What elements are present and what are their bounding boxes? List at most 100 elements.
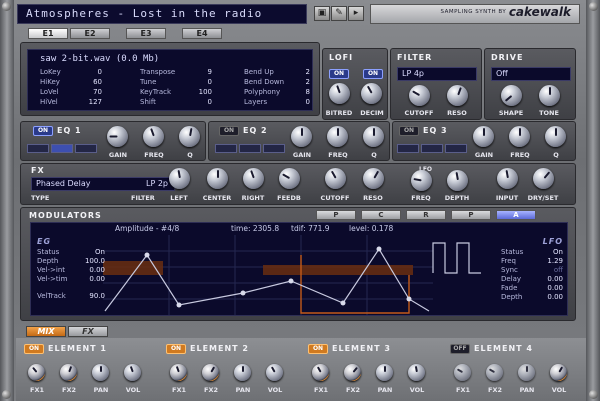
mod-tab-pan[interactable]: P bbox=[451, 210, 491, 220]
element4-on-toggle[interactable]: OFF bbox=[450, 344, 470, 354]
fx-left-knob[interactable] bbox=[169, 168, 190, 189]
peak-icon[interactable] bbox=[239, 144, 261, 153]
fx-feedb-knob[interactable] bbox=[279, 168, 300, 189]
fx-lfo-depth-knob[interactable] bbox=[447, 170, 468, 191]
reso-knob[interactable] bbox=[447, 85, 468, 106]
tab-e2[interactable]: E2 bbox=[70, 28, 110, 39]
tab-fx[interactable]: FX bbox=[68, 326, 108, 337]
bitred-on-toggle[interactable]: ON bbox=[329, 69, 349, 79]
fx-cutoff-knob[interactable] bbox=[325, 168, 346, 189]
eg-param-row[interactable]: Depth 100.0 bbox=[37, 257, 105, 266]
highshelf-icon[interactable] bbox=[263, 144, 285, 153]
element3-vol-knob[interactable] bbox=[408, 364, 425, 381]
eq1-on-toggle[interactable]: ON bbox=[33, 126, 53, 136]
param-row[interactable]: Tune 0 bbox=[140, 78, 212, 88]
element3-on-toggle[interactable]: ON bbox=[308, 344, 328, 354]
lfo-param-row[interactable]: Depth 0.00 bbox=[501, 293, 563, 302]
lfo-param-row[interactable]: Sync off bbox=[501, 266, 563, 275]
play-icon[interactable]: ▸ bbox=[348, 6, 364, 21]
element4-pan-knob[interactable] bbox=[518, 364, 535, 381]
fx-right-knob[interactable] bbox=[243, 168, 264, 189]
eq2-on-toggle[interactable]: ON bbox=[219, 126, 239, 136]
eg-param-row[interactable]: Vel->tim 0.00 bbox=[37, 275, 105, 284]
decim-on-toggle[interactable]: ON bbox=[363, 69, 383, 79]
decim-knob[interactable] bbox=[361, 83, 382, 104]
element1-on-toggle[interactable]: ON bbox=[24, 344, 44, 354]
eg-param-row[interactable]: Vel->int 0.00 bbox=[37, 266, 105, 275]
element4-vol-knob[interactable] bbox=[550, 364, 567, 381]
lfo-param-row[interactable]: Status On bbox=[501, 248, 563, 257]
param-row[interactable]: LoVel 70 bbox=[40, 88, 102, 98]
element4-fx1-knob[interactable] bbox=[454, 364, 471, 381]
param-row[interactable]: KeyTrack 100 bbox=[140, 88, 212, 98]
element3-fx1-knob[interactable] bbox=[312, 364, 329, 381]
eq2-q-knob[interactable] bbox=[363, 126, 384, 147]
element2-vol-knob[interactable] bbox=[266, 364, 283, 381]
mod-tab-pitch[interactable]: P bbox=[316, 210, 356, 220]
edit-icon[interactable]: ✎ bbox=[331, 6, 347, 21]
mod-tab-cutoff[interactable]: C bbox=[361, 210, 401, 220]
eq3-on-toggle[interactable]: ON bbox=[399, 126, 419, 136]
fx-center-knob[interactable] bbox=[207, 168, 228, 189]
element3-fx2-knob[interactable] bbox=[344, 364, 361, 381]
element2-fx2-knob[interactable] bbox=[202, 364, 219, 381]
tab-e4[interactable]: E4 bbox=[182, 28, 222, 39]
lfo-param-row[interactable]: Delay 0.00 bbox=[501, 275, 563, 284]
lfo-param-row[interactable]: Freq 1.29 bbox=[501, 257, 563, 266]
element1-fx1-knob[interactable] bbox=[28, 364, 45, 381]
tone-knob[interactable] bbox=[539, 85, 560, 106]
filter-type-display[interactable]: LP 4p bbox=[397, 67, 477, 81]
eq2-gain-knob[interactable] bbox=[291, 126, 312, 147]
element1-fx2-knob[interactable] bbox=[60, 364, 77, 381]
eq1-q-knob[interactable] bbox=[179, 126, 200, 147]
element4-fx2-knob[interactable] bbox=[486, 364, 503, 381]
save-icon[interactable]: ▣ bbox=[314, 6, 330, 21]
peak-icon[interactable] bbox=[51, 144, 73, 153]
peak-icon[interactable] bbox=[421, 144, 443, 153]
lowshelf-icon[interactable] bbox=[215, 144, 237, 153]
shape-knob[interactable] bbox=[501, 85, 522, 106]
fx-type-display[interactable]: Phased Delay LP 2p bbox=[31, 177, 175, 191]
param-row[interactable]: Shift 0 bbox=[140, 98, 212, 108]
fx-lfo-freq-knob[interactable] bbox=[411, 170, 432, 191]
element1-pan-knob[interactable] bbox=[92, 364, 109, 381]
element2-on-toggle[interactable]: ON bbox=[166, 344, 186, 354]
param-row[interactable]: Layers 0 bbox=[244, 98, 310, 108]
param-row[interactable]: Bend Up 2 bbox=[244, 68, 310, 78]
cutoff-knob[interactable] bbox=[409, 85, 430, 106]
mod-tab-reso[interactable]: R bbox=[406, 210, 446, 220]
eq3-gain-knob[interactable] bbox=[473, 126, 494, 147]
square-wave-icon[interactable] bbox=[431, 237, 487, 277]
eg-param-row[interactable]: VelTrack 90.0 bbox=[37, 292, 105, 301]
tab-e3[interactable]: E3 bbox=[126, 28, 166, 39]
param-row[interactable]: HiVel 127 bbox=[40, 98, 102, 108]
eg-param-row[interactable]: Status On bbox=[37, 248, 105, 257]
eq2-freq-knob[interactable] bbox=[327, 126, 348, 147]
eq1-gain-knob[interactable] bbox=[107, 126, 128, 147]
element2-pan-knob[interactable] bbox=[234, 364, 251, 381]
fx-dryset-knob[interactable] bbox=[533, 168, 554, 189]
drive-type-display[interactable]: Off bbox=[491, 67, 571, 81]
param-row[interactable]: Bend Down 2 bbox=[244, 78, 310, 88]
eq3-freq-knob[interactable] bbox=[509, 126, 530, 147]
param-row[interactable]: LoKey 0 bbox=[40, 68, 102, 78]
sample-filename[interactable]: saw 2-bit.wav (0.0 Mb) bbox=[40, 54, 159, 64]
program-name-display[interactable]: Atmospheres - Lost in the radio bbox=[17, 4, 307, 24]
lowshelf-icon[interactable] bbox=[397, 144, 419, 153]
lfo-param-row[interactable]: Fade 0.00 bbox=[501, 284, 563, 293]
tab-mix[interactable]: MIX bbox=[26, 326, 66, 337]
fx-input-knob[interactable] bbox=[497, 168, 518, 189]
eq1-freq-knob[interactable] bbox=[143, 126, 164, 147]
param-row[interactable]: Polyphony 8 bbox=[244, 88, 310, 98]
envelope-graph[interactable] bbox=[103, 235, 433, 315]
element1-vol-knob[interactable] bbox=[124, 364, 141, 381]
element3-pan-knob[interactable] bbox=[376, 364, 393, 381]
param-row[interactable]: Transpose 9 bbox=[140, 68, 212, 78]
tab-e1[interactable]: E1 bbox=[28, 28, 68, 39]
fx-reso-knob[interactable] bbox=[363, 168, 384, 189]
highshelf-icon[interactable] bbox=[75, 144, 97, 153]
bitred-knob[interactable] bbox=[329, 83, 350, 104]
eq3-q-knob[interactable] bbox=[545, 126, 566, 147]
highshelf-icon[interactable] bbox=[445, 144, 467, 153]
param-row[interactable]: HiKey 60 bbox=[40, 78, 102, 88]
